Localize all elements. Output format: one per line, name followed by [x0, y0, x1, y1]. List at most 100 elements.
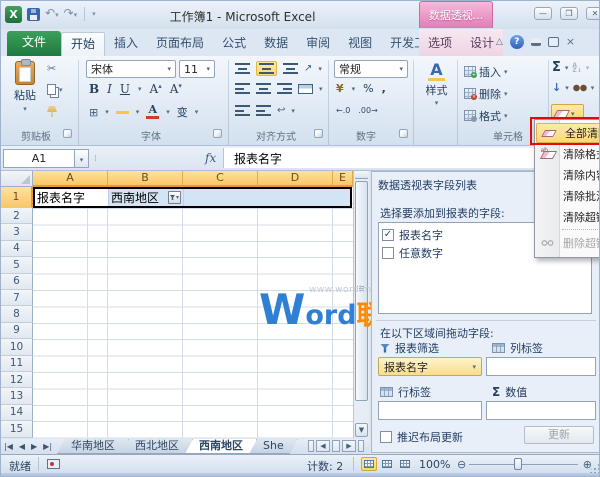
tab-insert[interactable]: 插入 [105, 32, 147, 56]
tab-view[interactable]: 视图 [339, 32, 381, 56]
zoom-out-icon[interactable]: ⊖ [457, 458, 466, 471]
normal-view-button[interactable] [361, 457, 377, 471]
increase-indent-icon[interactable] [256, 105, 271, 116]
sort-filter-icon[interactable]: AZ↓ [572, 63, 581, 73]
tab-file[interactable]: 文件 [7, 31, 61, 56]
fill-icon[interactable]: ↓ [552, 83, 561, 93]
sheet-tab-xinan[interactable]: 西南地区 [185, 439, 257, 454]
menu-item-remove-hyperlinks[interactable]: 删除超链接 [535, 232, 600, 253]
font-dialog-launcher-icon[interactable] [213, 129, 222, 138]
next-sheet-icon[interactable]: ▶ [31, 440, 37, 453]
row-header-9[interactable]: 9 [1, 323, 33, 339]
workbook-restore-icon[interactable] [548, 37, 559, 47]
sheet-tab-huanan[interactable]: 华南地区 [57, 439, 129, 454]
checkbox-checked[interactable]: ✓ [382, 229, 394, 241]
shrink-font-button[interactable]: A [170, 82, 182, 96]
minimize-button[interactable]: — [534, 7, 552, 20]
comma-icon[interactable]: , [382, 82, 386, 95]
tab-split-handle[interactable] [308, 440, 314, 452]
number-dialog-launcher-icon[interactable] [399, 129, 408, 138]
font-color-button[interactable]: A [146, 105, 159, 119]
styles-button[interactable]: A 样式 ▾ [420, 61, 453, 125]
page-layout-view-button[interactable] [379, 457, 395, 471]
zoom-thumb[interactable] [514, 458, 522, 470]
name-box[interactable]: A1 [3, 149, 75, 168]
row-header-6[interactable]: 6 [1, 274, 33, 290]
last-sheet-icon[interactable]: ▶| [43, 440, 52, 453]
filter-area-field-button[interactable]: 报表名字▾ [378, 357, 482, 376]
column-header-C[interactable]: C [183, 171, 258, 187]
column-header-E[interactable]: E [333, 171, 353, 187]
copy-button[interactable]: ▾ [47, 84, 63, 95]
row-header-12[interactable]: 12 [1, 372, 33, 388]
filter-dropdown-button[interactable]: ▾ [168, 191, 181, 204]
orientation-icon[interactable]: ↗ [304, 63, 312, 74]
merge-center-icon[interactable] [298, 84, 313, 94]
tab-review[interactable]: 审阅 [297, 32, 339, 56]
font-name-combo[interactable]: 宋体▾ [86, 60, 176, 78]
row-header-2[interactable]: 2 [1, 208, 33, 224]
accounting-format-icon[interactable]: ¥ [336, 82, 344, 95]
macro-record-icon[interactable] [47, 459, 60, 469]
checkbox-unchecked[interactable] [382, 247, 394, 259]
row-header-11[interactable]: 11 [1, 356, 33, 372]
menu-item-clear-formats[interactable]: 清除格式 [535, 143, 600, 164]
borders-button[interactable]: ⊞ [89, 106, 98, 119]
paste-button[interactable]: 粘贴 ▾ [9, 60, 41, 122]
workbook-close-icon[interactable]: × [566, 37, 575, 47]
row-labels-dropzone[interactable] [378, 401, 482, 420]
sheet-tab-sheet1[interactable]: She [249, 439, 298, 454]
undo-icon[interactable]: ↶▾ [45, 6, 59, 22]
update-button[interactable]: 更新 [524, 426, 594, 444]
help-icon[interactable]: ? [510, 35, 524, 49]
tab-formulas[interactable]: 公式 [213, 32, 255, 56]
tab-page-layout[interactable]: 页面布局 [147, 32, 213, 56]
increase-decimal-icon[interactable]: ←.0 [336, 106, 350, 115]
row-header-13[interactable]: 13 [1, 388, 33, 404]
number-format-combo[interactable]: 常规▾ [334, 60, 408, 78]
column-header-A[interactable]: A [33, 171, 108, 187]
phonetic-button[interactable]: 变 [177, 104, 188, 120]
page-break-view-button[interactable] [397, 457, 413, 471]
autosum-icon[interactable]: Σ [552, 60, 561, 75]
format-cells-button[interactable]: 格式▾ [462, 106, 544, 125]
scrollbar-split-box[interactable] [355, 171, 368, 179]
scroll-down-icon[interactable]: ▼ [355, 423, 368, 437]
collapse-ribbon-icon[interactable]: △ [496, 37, 503, 47]
bottom-align-icon[interactable] [283, 63, 298, 74]
first-sheet-icon[interactable]: |◀ [4, 440, 13, 453]
values-dropzone[interactable] [486, 401, 596, 420]
close-button[interactable]: ✕ [586, 7, 600, 20]
row-header-3[interactable]: 3 [1, 224, 33, 240]
menu-item-clear-hyperlinks[interactable]: 清除超链接 [535, 206, 600, 227]
decrease-decimal-icon[interactable]: .00→ [358, 106, 377, 115]
bold-button[interactable]: B [89, 82, 99, 96]
tab-home[interactable]: 开始 [61, 32, 105, 56]
hscroll-thumb[interactable] [332, 440, 340, 452]
row-header-5[interactable]: 5 [1, 257, 33, 273]
wrap-text-icon[interactable]: ↩ [277, 105, 285, 116]
underline-button[interactable]: U [120, 82, 130, 96]
tab-options[interactable]: 选项 [419, 32, 461, 56]
cell-A1[interactable]: 报表名字 [35, 189, 109, 206]
zoom-track[interactable] [469, 464, 578, 465]
row-header-4[interactable]: 4 [1, 241, 33, 257]
row-header-15[interactable]: 15 [1, 421, 33, 437]
column-header-B[interactable]: B [108, 171, 183, 187]
save-icon[interactable] [27, 8, 40, 21]
cell-B1[interactable]: 西南地区 ▾ [109, 189, 184, 206]
column-labels-dropzone[interactable] [486, 357, 596, 376]
zoom-in-icon[interactable]: ⊕ [583, 458, 592, 471]
menu-item-clear-all[interactable]: 全部清除 [536, 123, 600, 143]
sheet-tab-xibei[interactable]: 西北地区 [121, 439, 193, 454]
row-header-8[interactable]: 8 [1, 306, 33, 322]
fill-color-button[interactable] [116, 110, 129, 114]
excel-logo-icon[interactable]: X [5, 6, 22, 23]
insert-function-icon[interactable]: fx [205, 151, 216, 165]
row-header-10[interactable]: 10 [1, 339, 33, 355]
clipboard-dialog-launcher-icon[interactable] [63, 129, 72, 138]
hscroll-split[interactable] [358, 440, 364, 452]
insert-cells-button[interactable]: + 插入▾ [462, 62, 544, 81]
scroll-right-icon[interactable]: ▶ [342, 440, 356, 452]
resize-grip[interactable] [594, 468, 596, 470]
